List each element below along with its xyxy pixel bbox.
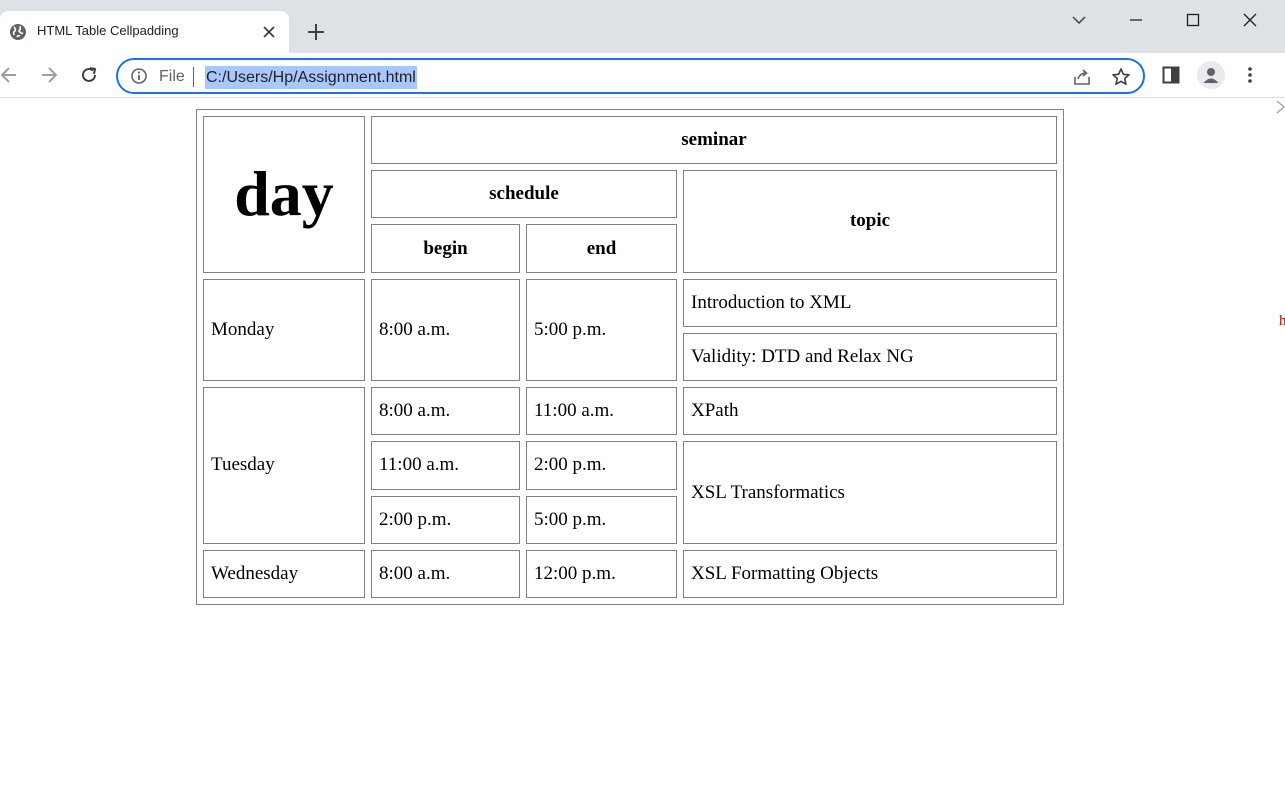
- browser-toolbar: File C:/Users/Hp/Assignment.html: [0, 53, 1285, 98]
- plus-icon[interactable]: [306, 22, 326, 42]
- topic-cell: Validity: DTD and Relax NG: [683, 332, 1058, 382]
- day-cell: Monday: [203, 278, 365, 382]
- end-cell: 12:00 p.m.: [526, 549, 677, 598]
- schedule-table: day seminar schedule topic begin end Mon…: [196, 109, 1065, 605]
- close-window-icon[interactable]: [1240, 10, 1260, 30]
- scheme-label: File: [159, 68, 185, 85]
- begin-cell: 8:00 a.m.: [371, 549, 520, 598]
- end-header: end: [526, 224, 677, 273]
- table-row: Wednesday 8:00 a.m. 12:00 p.m. XSL Forma…: [203, 549, 1058, 598]
- browser-tab[interactable]: HTML Table Cellpadding: [0, 11, 289, 53]
- table-row: Monday 8:00 a.m. 5:00 p.m. Introduction …: [203, 278, 1058, 382]
- reload-icon[interactable]: [78, 64, 100, 86]
- day-cell: Wednesday: [203, 549, 365, 598]
- begin-cell: 8:00 a.m.: [371, 278, 520, 382]
- globe-icon: [10, 24, 26, 40]
- begin-cell: 8:00 a.m.: [371, 387, 520, 436]
- share-icon[interactable]: [1072, 67, 1092, 87]
- end-cell: 5:00 p.m.: [526, 495, 677, 544]
- day-header: day: [203, 116, 365, 273]
- begin-cell: 2:00 p.m.: [371, 495, 520, 544]
- end-cell: 11:00 a.m.: [526, 387, 677, 436]
- minimize-icon[interactable]: [1126, 10, 1146, 30]
- maximize-icon[interactable]: [1183, 10, 1203, 30]
- back-icon[interactable]: [0, 64, 20, 86]
- forward-icon[interactable]: [38, 64, 60, 86]
- close-icon[interactable]: [262, 25, 276, 39]
- chevron-down-icon[interactable]: [1069, 10, 1089, 30]
- info-icon[interactable]: [130, 67, 148, 85]
- table-row: Tuesday 8:00 a.m. 11:00 a.m. XPath: [203, 387, 1058, 544]
- topic-cell: XSL Formatting Objects: [683, 549, 1058, 598]
- profile-button[interactable]: [1197, 61, 1225, 89]
- address-separator: [193, 67, 194, 87]
- begin-header: begin: [371, 224, 520, 273]
- url-text[interactable]: C:/Users/Hp/Assignment.html: [205, 66, 417, 89]
- offscreen-text: h: [1279, 313, 1285, 329]
- side-panel-icon[interactable]: [1160, 64, 1182, 86]
- profile-icon: [1203, 68, 1219, 83]
- topic-cell: Introduction to XML: [683, 278, 1058, 327]
- topic-header: topic: [683, 170, 1058, 273]
- schedule-header: schedule: [371, 170, 677, 219]
- topic-cell: XPath: [683, 387, 1058, 436]
- topic-cell: XSL Transformatics: [683, 441, 1058, 544]
- end-cell: 2:00 p.m.: [526, 441, 677, 490]
- tab-strip: HTML Table Cellpadding: [0, 0, 1285, 53]
- menu-icon[interactable]: [1239, 64, 1261, 86]
- address-bar[interactable]: File C:/Users/Hp/Assignment.html: [116, 58, 1145, 94]
- end-cell: 5:00 p.m.: [526, 278, 677, 382]
- chevron-right-icon: [1276, 100, 1285, 114]
- begin-cell: 11:00 a.m.: [371, 441, 520, 490]
- day-cell: Tuesday: [203, 387, 365, 544]
- seminar-header: seminar: [371, 116, 1058, 165]
- star-icon[interactable]: [1111, 67, 1131, 87]
- tab-title: HTML Table Cellpadding: [37, 23, 179, 38]
